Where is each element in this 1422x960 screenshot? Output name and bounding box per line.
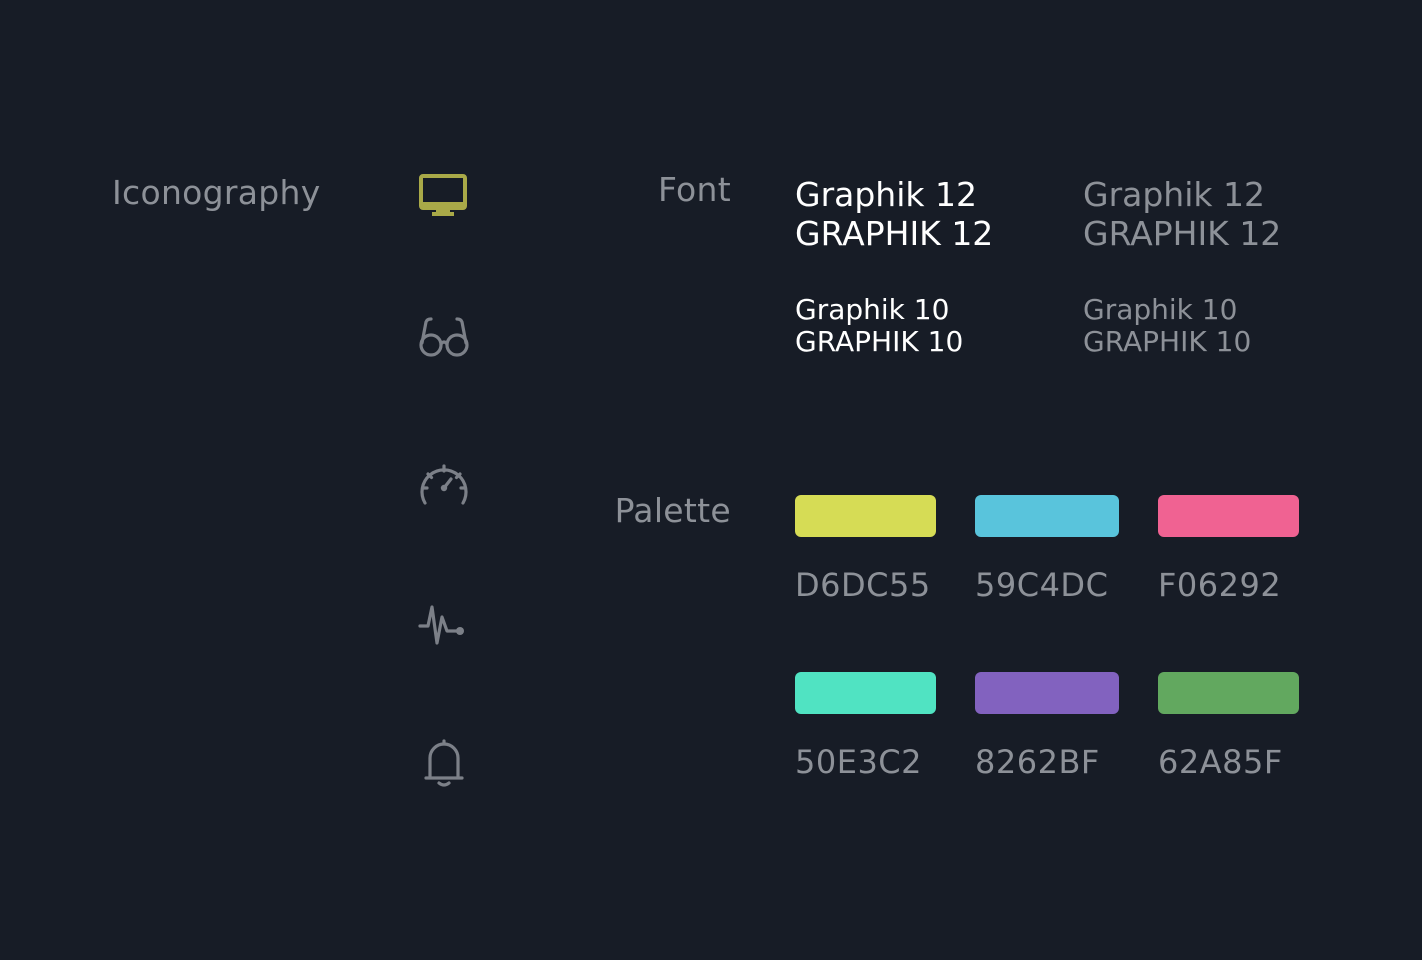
color-swatch	[795, 672, 936, 714]
color-swatch	[1158, 672, 1299, 714]
speedometer-icon	[417, 461, 471, 507]
font-sample-line: GRAPHIK 10	[1083, 325, 1252, 358]
pulse-icon	[418, 603, 467, 647]
color-swatch	[975, 672, 1119, 714]
font-sample-grey-12: Graphik 12 GRAPHIK 12	[1083, 178, 1281, 250]
monitor-icon	[419, 174, 467, 218]
glasses-icon	[418, 316, 470, 358]
color-swatch	[1158, 495, 1299, 537]
hex-code-label: 59C4DC	[975, 566, 1109, 604]
hex-code-label: 62A85F	[1158, 743, 1283, 781]
iconography-heading: Iconography	[112, 173, 321, 212]
hex-code-label: 8262BF	[975, 743, 1100, 781]
font-sample-white-10: Graphik 10 GRAPHIK 10	[795, 296, 963, 356]
font-heading: Font	[657, 170, 731, 209]
color-swatch	[975, 495, 1119, 537]
font-sample-line: GRAPHIK 12	[795, 214, 994, 253]
font-sample-line: Graphik 12	[1083, 175, 1265, 214]
hex-code-label: D6DC55	[795, 566, 931, 604]
hex-code-label: 50E3C2	[795, 743, 922, 781]
font-sample-line: GRAPHIK 10	[795, 325, 964, 358]
hex-code-label: F06292	[1158, 566, 1282, 604]
font-sample-line: Graphik 12	[795, 175, 977, 214]
font-sample-line: Graphik 10	[1083, 293, 1238, 326]
font-sample-line: Graphik 10	[795, 293, 950, 326]
bell-icon	[424, 738, 464, 788]
font-sample-white-12: Graphik 12 GRAPHIK 12	[795, 178, 993, 250]
font-sample-grey-10: Graphik 10 GRAPHIK 10	[1083, 296, 1251, 356]
palette-heading: Palette	[614, 491, 731, 530]
font-sample-line: GRAPHIK 12	[1083, 214, 1282, 253]
color-swatch	[795, 495, 936, 537]
